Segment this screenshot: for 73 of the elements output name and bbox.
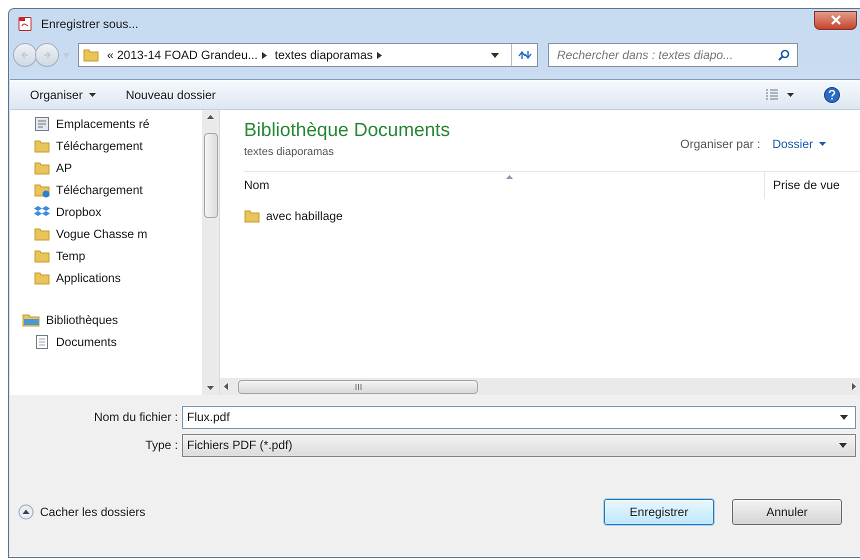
sidebar-item[interactable]: AP [34,157,202,179]
breadcrumb[interactable]: « 2013-14 FOAD Grandeu... [107,46,258,64]
folder-icon [34,160,50,176]
scrollbar-thumb[interactable] [238,380,478,394]
pdf-app-icon [17,16,33,32]
caret-icon [819,142,826,146]
scroll-right-icon[interactable] [852,383,856,390]
caret-icon [840,414,848,420]
sidebar-item[interactable]: Vogue Chasse m [34,223,202,245]
sidebar-item[interactable]: Téléchargement [34,135,202,157]
new-folder-button[interactable]: Nouveau dossier [126,86,216,104]
library-title: Bibliothèque Documents [244,119,450,143]
caret-icon [787,92,794,96]
file-type-label: Type : [144,437,178,454]
caret-icon [63,52,70,58]
sidebar-item[interactable]: Documents [34,331,202,353]
column-header[interactable]: Prise de vue [764,172,840,198]
sidebar-item[interactable]: Bibliothèques [22,309,202,331]
file-type-dropdown[interactable]: Fichiers PDF (*.pdf) [182,434,856,456]
library-icon [22,312,40,328]
document-icon [34,334,50,350]
breadcrumb[interactable]: textes diaporamas [274,46,373,64]
action-button[interactable]: Annuler [732,499,842,525]
refresh-arrows-icon [518,49,532,61]
folder-icon [34,248,50,264]
recent-places-icon [34,116,50,132]
scroll-down-icon[interactable] [207,386,214,390]
help-button[interactable] [824,86,840,102]
details-view-icon [765,88,779,100]
close-button[interactable] [814,10,857,30]
dropdown-caret-icon[interactable] [491,52,499,58]
window-title: Enregistrer sous... [41,16,138,33]
grip-icon [354,384,362,390]
arrange-by-dropdown[interactable]: Dossier [772,135,826,153]
collapse-up-icon [18,504,34,520]
download-folder-icon [34,182,50,198]
help-icon [828,90,836,100]
sidebar-item[interactable]: Emplacements ré [34,113,202,135]
view-options-button[interactable] [765,88,794,100]
folder-subtitle: textes diaporamas [244,145,335,160]
folder-icon [34,138,50,154]
back-arrow-icon [20,50,30,60]
filename-label: Nom du fichier : [92,409,178,426]
search-icon [778,49,790,61]
search-field[interactable]: Rechercher dans : textes diapo... [548,43,798,67]
caret-icon [88,92,96,96]
file-row[interactable]: avec habillage [244,204,860,226]
sidebar-item[interactable]: Applications [34,267,202,289]
sidebar-item[interactable]: Dropbox [34,201,202,223]
hide-folders-button[interactable]: Cacher les dossiers [18,503,146,521]
caret-icon [839,442,847,448]
default-action-button[interactable]: Enregistrer [604,499,714,525]
filename-field[interactable]: Flux.pdf [182,406,856,428]
column-header[interactable]: Nom [244,172,764,198]
chevron-right-icon [376,52,382,58]
forward-arrow-icon [42,50,52,60]
address-bar[interactable]: « 2013-14 FOAD Grandeu... textes diaporamas [78,43,538,67]
scroll-up-icon[interactable] [207,115,214,119]
sidebar-item[interactable]: Téléchargement [34,179,202,201]
folder-icon [34,226,50,242]
sidebar-item[interactable]: Temp [34,245,202,267]
scroll-left-icon[interactable] [224,383,228,390]
folder-icon [34,270,50,286]
horizontal-scrollbar[interactable] [220,378,860,395]
arrange-by-label: Organiser par : [680,136,760,153]
organize-button[interactable]: Organiser [30,86,96,104]
folder-icon [83,47,99,63]
sort-ascending-icon [506,174,513,178]
vertical-scrollbar[interactable] [202,110,219,395]
close-icon [830,15,840,25]
folder-icon [244,208,260,224]
chevron-right-icon [262,52,267,58]
scrollbar-thumb[interactable] [204,133,218,218]
